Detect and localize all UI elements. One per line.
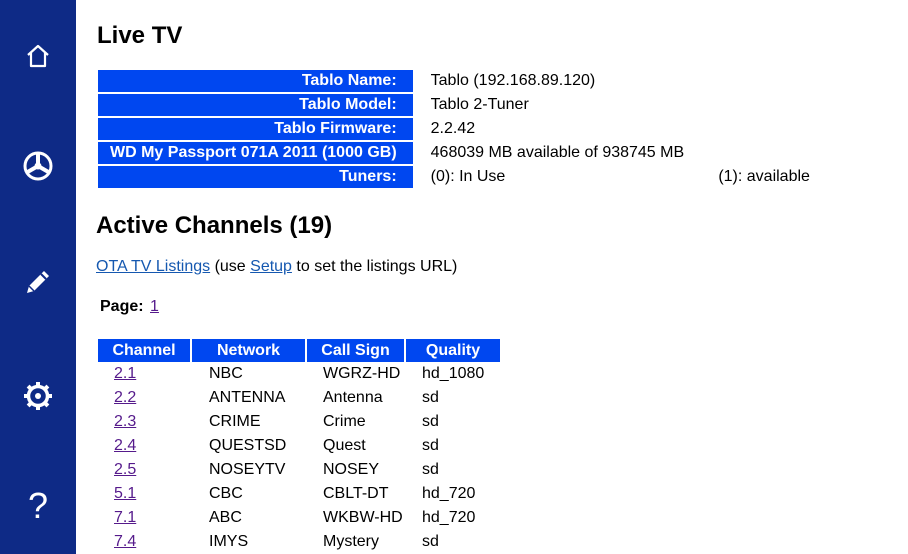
call-sign-cell: NOSEY xyxy=(323,461,380,478)
table-row: 2.3 CRIME Crime sd xyxy=(98,410,500,434)
info-value: (0): In Use (1): available xyxy=(415,166,810,188)
info-row-firmware: Tablo Firmware: 2.2.42 xyxy=(98,118,810,140)
gear-icon[interactable] xyxy=(0,371,76,421)
quality-cell: hd_720 xyxy=(422,485,476,502)
channel-link[interactable]: 7.1 xyxy=(114,509,136,526)
quality-cell: sd xyxy=(422,437,439,454)
channel-link[interactable]: 2.2 xyxy=(114,389,136,406)
pencil-icon[interactable] xyxy=(0,257,76,307)
info-value: 2.2.42 xyxy=(430,120,476,137)
info-value: Tablo (192.168.89.120) xyxy=(430,72,596,89)
page-title: Live TV xyxy=(97,22,183,49)
page-label: Page: xyxy=(100,298,144,315)
setup-link[interactable]: Setup xyxy=(250,258,292,275)
channel-link[interactable]: 5.1 xyxy=(114,485,136,502)
home-icon[interactable] xyxy=(0,31,76,81)
channel-link[interactable]: 2.1 xyxy=(114,365,136,382)
help-icon[interactable]: ? xyxy=(0,480,76,530)
call-sign-cell: WKBW-HD xyxy=(323,509,403,526)
info-label: Tablo Name: xyxy=(98,70,413,92)
info-label: Tuners: xyxy=(98,166,413,188)
quality-cell: hd_1080 xyxy=(422,365,485,382)
channel-link[interactable]: 2.5 xyxy=(114,461,136,478)
network-cell: NOSEYTV xyxy=(209,461,286,478)
column-header-call-sign: Call Sign xyxy=(307,339,404,362)
network-cell: QUESTSD xyxy=(209,437,287,454)
channels-table: Channel Network Call Sign Quality 2.1 NB… xyxy=(96,339,502,554)
info-row-drive: WD My Passport 071A 2011 (1000 GB) 46803… xyxy=(98,142,810,164)
network-cell: ABC xyxy=(209,509,242,526)
table-row: 2.2 ANTENNA Antenna sd xyxy=(98,386,500,410)
active-channels-title: Active Channels (19) xyxy=(96,212,333,239)
quality-cell: hd_720 xyxy=(422,509,476,526)
listings-text: (use xyxy=(210,258,251,275)
table-row: 2.5 NOSEYTV NOSEY sd xyxy=(98,458,500,482)
network-cell: NBC xyxy=(209,365,243,382)
call-sign-cell: Antenna xyxy=(323,389,383,406)
info-row-model: Tablo Model: Tablo 2-Tuner xyxy=(98,94,810,116)
call-sign-cell: WGRZ-HD xyxy=(323,365,401,382)
channels-header-row: Channel Network Call Sign Quality xyxy=(98,339,500,362)
column-header-network: Network xyxy=(192,339,305,362)
info-label: Tablo Model: xyxy=(98,94,413,116)
info-label: WD My Passport 071A 2011 (1000 GB) xyxy=(98,142,413,164)
page-link-1[interactable]: 1 xyxy=(150,298,159,315)
network-cell: IMYS xyxy=(209,533,249,550)
column-header-quality: Quality xyxy=(406,339,500,362)
info-row-tuners: Tuners: (0): In Use (1): available xyxy=(98,166,810,188)
info-label: Tablo Firmware: xyxy=(98,118,413,140)
channel-link[interactable]: 2.4 xyxy=(114,437,136,454)
network-cell: ANTENNA xyxy=(209,389,286,406)
tablo-info-table: Tablo Name: Tablo (192.168.89.120) Tablo… xyxy=(96,68,812,190)
table-row: 7.1 ABC WKBW-HD hd_720 xyxy=(98,506,500,530)
network-cell: CBC xyxy=(209,485,243,502)
info-value: 468039 MB available of 938745 MB xyxy=(430,144,685,161)
network-cell: CRIME xyxy=(209,413,261,430)
table-row: 7.4 IMYS Mystery sd xyxy=(98,530,500,554)
channel-link[interactable]: 2.3 xyxy=(114,413,136,430)
sidebar: ? xyxy=(0,0,76,554)
info-row-name: Tablo Name: Tablo (192.168.89.120) xyxy=(98,70,810,92)
quality-cell: sd xyxy=(422,533,439,550)
pagination: Page: 1 xyxy=(100,298,159,316)
channel-link[interactable]: 7.4 xyxy=(114,533,136,550)
listings-text: to set the listings URL) xyxy=(291,258,458,275)
table-row: 2.1 NBC WGRZ-HD hd_1080 xyxy=(98,362,500,386)
svg-text:?: ? xyxy=(28,488,48,522)
tuner-1-status: (1): available xyxy=(718,168,810,185)
tuner-0-status: (0): In Use xyxy=(430,168,506,185)
column-header-channel: Channel xyxy=(98,339,190,362)
table-row: 5.1 CBC CBLT-DT hd_720 xyxy=(98,482,500,506)
main-content: Live TV Tablo Name: Tablo (192.168.89.12… xyxy=(96,0,896,554)
quality-cell: sd xyxy=(422,413,439,430)
quality-cell: sd xyxy=(422,389,439,406)
call-sign-cell: CBLT-DT xyxy=(323,485,389,502)
ota-tv-listings-link[interactable]: OTA TV Listings xyxy=(96,258,210,275)
call-sign-cell: Crime xyxy=(323,413,366,430)
call-sign-cell: Quest xyxy=(323,437,366,454)
steering-wheel-icon[interactable] xyxy=(0,141,76,191)
table-row: 2.4 QUESTSD Quest sd xyxy=(98,434,500,458)
info-value: Tablo 2-Tuner xyxy=(430,96,529,113)
call-sign-cell: Mystery xyxy=(323,533,379,550)
listings-line: OTA TV Listings (use Setup to set the li… xyxy=(96,258,457,276)
quality-cell: sd xyxy=(422,461,439,478)
